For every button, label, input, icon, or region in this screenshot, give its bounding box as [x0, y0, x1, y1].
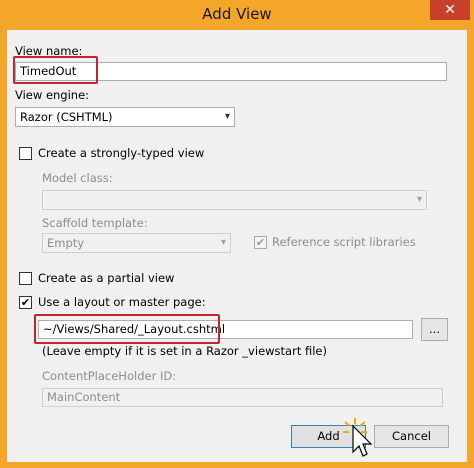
model-class-select[interactable]: ▾ — [42, 190, 427, 210]
strongly-typed-label: Create a strongly-typed view — [38, 146, 205, 160]
close-button[interactable]: ✕ — [430, 0, 470, 20]
dialog-title: Add View — [202, 5, 272, 23]
content-placeholder-label: ContentPlaceHolder ID: — [42, 369, 177, 383]
mouse-cursor-icon — [343, 418, 373, 457]
use-layout-label: Use a layout or master page: — [38, 295, 206, 309]
chevron-down-icon: ▾ — [416, 194, 422, 205]
scaffold-template-select[interactable]: Empty ▾ — [42, 233, 231, 253]
partial-view-checkbox[interactable] — [19, 272, 32, 285]
content-placeholder-input[interactable]: MainContent — [42, 388, 443, 407]
chevron-down-icon: ▾ — [220, 237, 226, 248]
reference-scripts-checkbox[interactable]: ✔ — [254, 236, 267, 249]
model-class-label: Model class: — [42, 171, 113, 185]
layout-path-highlight — [34, 314, 220, 344]
chevron-down-icon: ▾ — [224, 111, 230, 122]
scaffold-template-label: Scaffold template: — [42, 216, 148, 230]
title-bar: Add View ✕ — [0, 0, 474, 30]
scaffold-template-value: Empty — [47, 236, 85, 250]
check-icon: ✔ — [20, 296, 31, 309]
layout-hint-text: (Leave empty if it is set in a Razor _vi… — [42, 344, 327, 358]
use-layout-checkbox[interactable]: ✔ — [19, 296, 32, 309]
view-engine-select[interactable]: Razor (CSHTML) ▾ — [15, 107, 235, 127]
view-engine-label: View engine: — [15, 88, 90, 102]
check-icon: ✔ — [255, 236, 266, 249]
cancel-button[interactable]: Cancel — [374, 425, 449, 448]
view-name-highlight — [13, 56, 98, 84]
reference-scripts-label: Reference script libraries — [272, 235, 416, 249]
view-engine-value: Razor (CSHTML) — [20, 110, 113, 124]
strongly-typed-checkbox[interactable] — [19, 147, 32, 160]
browse-button[interactable]: ... — [421, 318, 448, 341]
dialog-body: View name: TimedOut View engine: Razor (… — [7, 30, 467, 462]
add-view-dialog: Add View ✕ View name: TimedOut View engi… — [0, 0, 474, 468]
partial-view-label: Create as a partial view — [38, 271, 175, 285]
